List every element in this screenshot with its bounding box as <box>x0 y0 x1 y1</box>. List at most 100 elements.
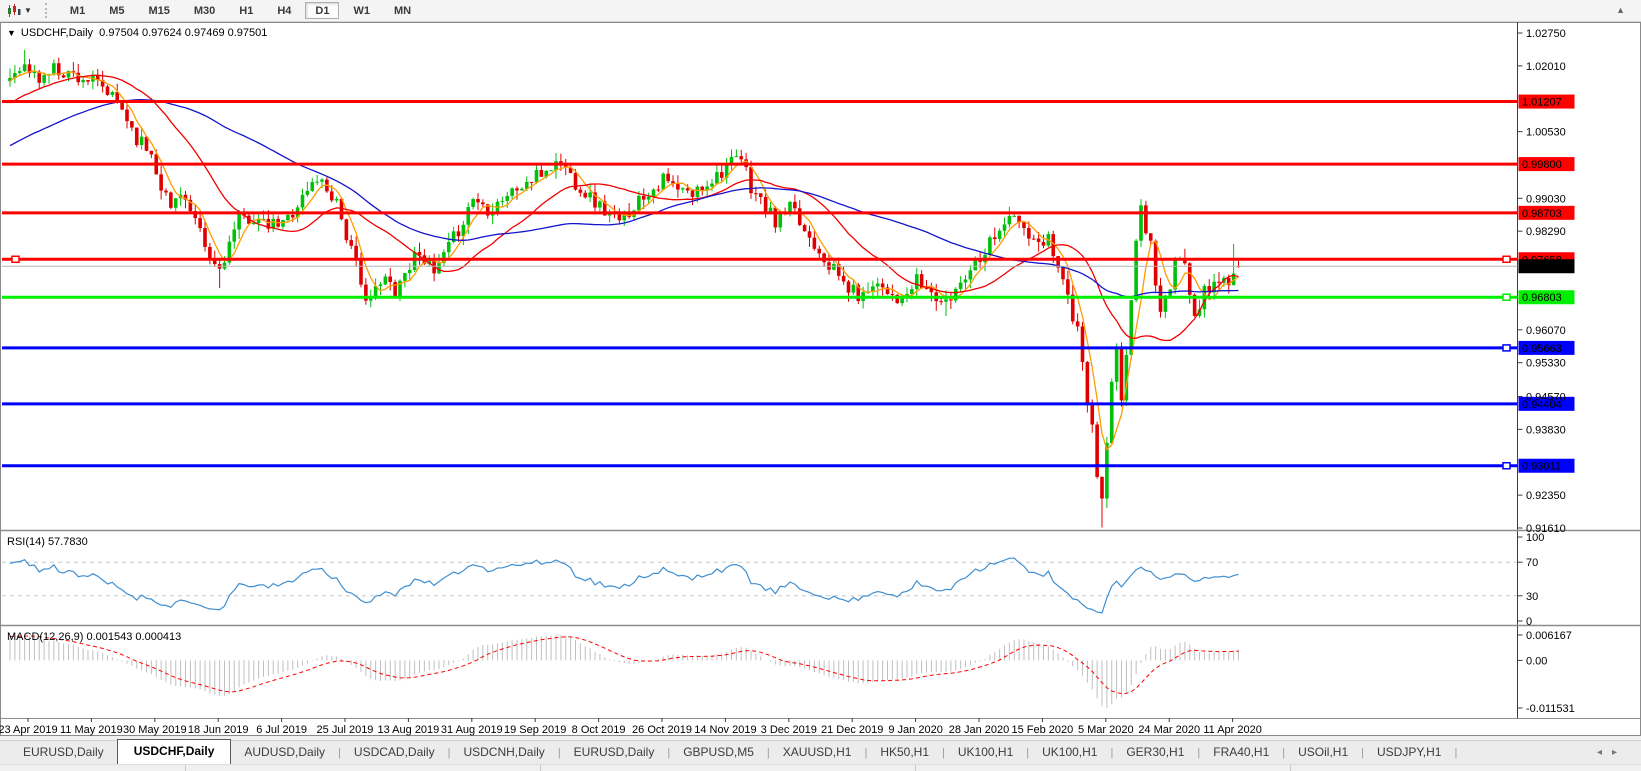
date-tick-label[interactable]: 9 Jan 2020 <box>888 724 942 736</box>
level-price-tag-label: 0.95663 <box>1522 343 1562 355</box>
tab-usdjpy-h1[interactable]: USDJPY,H1 <box>1364 741 1454 764</box>
date-tick-label[interactable]: 15 Feb 2020 <box>1012 724 1074 736</box>
date-tick-label[interactable]: 19 Sep 2019 <box>504 724 566 736</box>
date-tick-label[interactable]: 30 May 2019 <box>123 724 187 736</box>
candle-body <box>510 188 514 196</box>
candle-body <box>334 198 339 201</box>
timeframe-button-m15[interactable]: M15 <box>138 2 179 19</box>
candle-body <box>695 186 700 197</box>
tab-usdcad-daily[interactable]: USDCAD,Daily <box>341 741 448 764</box>
tab-fra40-h1[interactable]: FRA40,H1 <box>1200 741 1282 764</box>
tab-usoil-h1[interactable]: USOil,H1 <box>1285 741 1361 764</box>
tab-eurusd-daily-2[interactable]: EURUSD,Daily <box>561 741 668 764</box>
candle-body <box>988 237 992 255</box>
timeframe-toolbar: ▼ M1 M5 M15 M30 H1 H4 D1 W1 MN ▲ <box>0 0 1641 22</box>
candle-body <box>456 231 461 237</box>
chart-window[interactable]: 1.012070.998000.987030.976580.968030.956… <box>0 22 1641 736</box>
timeframe-button-h1[interactable]: H1 <box>229 2 263 19</box>
tab-audusd-daily[interactable]: AUDUSD,Daily <box>231 741 338 764</box>
date-tick-label[interactable]: 23 Apr 2019 <box>0 724 58 736</box>
candle-body <box>407 270 412 274</box>
candle-body <box>61 75 66 78</box>
date-tick-label[interactable]: 24 Mar 2020 <box>1138 724 1200 736</box>
date-tick-label[interactable]: 3 Dec 2019 <box>761 724 817 736</box>
candle-body <box>81 80 85 83</box>
timeframe-button-m30[interactable]: M30 <box>184 2 225 19</box>
candle-body <box>1080 326 1085 363</box>
date-tick-label[interactable]: 26 Oct 2019 <box>632 724 692 736</box>
scroll-up-icon[interactable]: ▲ <box>1616 5 1625 15</box>
timeframe-button-w1[interactable]: W1 <box>343 2 380 19</box>
candle-body <box>86 80 90 82</box>
candle-body <box>310 182 315 191</box>
tab-eurusd-daily[interactable]: EURUSD,Daily <box>10 741 117 764</box>
date-tick-label[interactable]: 11 Apr 2020 <box>1203 724 1262 736</box>
tab-uk100-h1-2[interactable]: UK100,H1 <box>1029 741 1110 764</box>
tab-hk50-h1[interactable]: HK50,H1 <box>867 741 942 764</box>
level-price-tag-label: 0.99800 <box>1522 159 1562 171</box>
rsi-tick-label: 30 <box>1526 591 1538 603</box>
price-tick-label: 1.02010 <box>1526 61 1566 73</box>
candle-body <box>807 231 812 238</box>
chart-ohlc-quote: 0.97504 0.97624 0.97469 0.97501 <box>99 27 268 39</box>
level-endpoint-marker[interactable] <box>1502 344 1511 352</box>
macd-indicator-label: MACD(12,26,9) 0.001543 0.000413 <box>7 631 182 643</box>
candle-body <box>666 173 670 182</box>
candle-body <box>685 188 690 191</box>
macd-histogram <box>9 634 1239 708</box>
tab-ger30-h1[interactable]: GER30,H1 <box>1113 741 1197 764</box>
candle-body <box>1022 222 1026 229</box>
date-tick-label[interactable]: 6 Jul 2019 <box>256 724 307 736</box>
date-tick-label[interactable]: 14 Nov 2019 <box>694 724 756 736</box>
date-tick-label[interactable]: 21 Dec 2019 <box>821 724 883 736</box>
candle-body <box>910 289 914 294</box>
tab-scroll-arrows[interactable]: ◂▸ <box>1597 747 1627 758</box>
toolbar-grip-handle[interactable] <box>44 3 52 18</box>
timeframe-button-d1[interactable]: D1 <box>305 2 340 19</box>
timeframe-button-m5[interactable]: M5 <box>99 2 134 19</box>
tab-xauusd-h1[interactable]: XAUUSD,H1 <box>770 741 865 764</box>
level-endpoint-marker[interactable] <box>1502 293 1511 301</box>
candle-body <box>169 192 173 208</box>
candle-body <box>286 215 290 221</box>
date-tick-label[interactable]: 5 Mar 2020 <box>1078 724 1134 736</box>
candle-body <box>1139 205 1143 241</box>
candle-body <box>412 251 417 271</box>
candle-body <box>149 150 154 155</box>
date-tick-label[interactable]: 13 Aug 2019 <box>378 724 440 736</box>
price-chart-svg[interactable]: 1.012070.998000.987030.976580.968030.956… <box>0 22 1641 736</box>
price-tick-label: 0.99030 <box>1526 193 1566 205</box>
chart-type-dropdown-button[interactable]: ▼ <box>4 3 35 19</box>
timeframe-button-mn[interactable]: MN <box>384 2 421 19</box>
timeframe-button-h4[interactable]: H4 <box>267 2 301 19</box>
candle-body <box>802 225 807 232</box>
price-tick-label: 0.96070 <box>1526 325 1566 337</box>
candle-body <box>232 229 237 242</box>
date-tick-label[interactable]: 31 Aug 2019 <box>441 724 503 736</box>
level-price-tag-label: 0.93011 <box>1522 461 1561 473</box>
date-tick-label[interactable]: 8 Oct 2019 <box>572 724 626 736</box>
candle-body <box>105 86 110 95</box>
tab-usdchf-daily[interactable]: USDCHF,Daily <box>116 739 232 764</box>
level-endpoint-marker[interactable] <box>1502 461 1511 470</box>
candle-body <box>719 172 724 178</box>
candle-body <box>520 188 524 191</box>
candle-body <box>880 283 885 288</box>
candle-body <box>793 201 797 209</box>
level-endpoint-marker[interactable] <box>1502 255 1511 264</box>
candle-body <box>1075 321 1080 327</box>
symbol-dropdown-icon[interactable]: ▼ <box>7 28 16 38</box>
date-tick-label[interactable]: 25 Jul 2019 <box>317 724 374 736</box>
candle-body <box>22 64 27 72</box>
tab-uk100-h1[interactable]: UK100,H1 <box>945 741 1026 764</box>
date-tick-label[interactable]: 28 Jan 2020 <box>949 724 1010 736</box>
candle-body <box>583 192 588 198</box>
date-tick-label[interactable]: 11 May 2019 <box>60 724 123 736</box>
level-endpoint-marker[interactable] <box>11 255 20 264</box>
candle-body <box>690 190 695 197</box>
tab-gbpusd-m5[interactable]: GBPUSD,M5 <box>670 741 767 764</box>
rsi-line <box>9 557 1239 614</box>
timeframe-button-m1[interactable]: M1 <box>60 2 95 19</box>
tab-usdcnh-daily[interactable]: USDCNH,Daily <box>450 741 557 764</box>
date-tick-label[interactable]: 18 Jun 2019 <box>188 724 249 736</box>
